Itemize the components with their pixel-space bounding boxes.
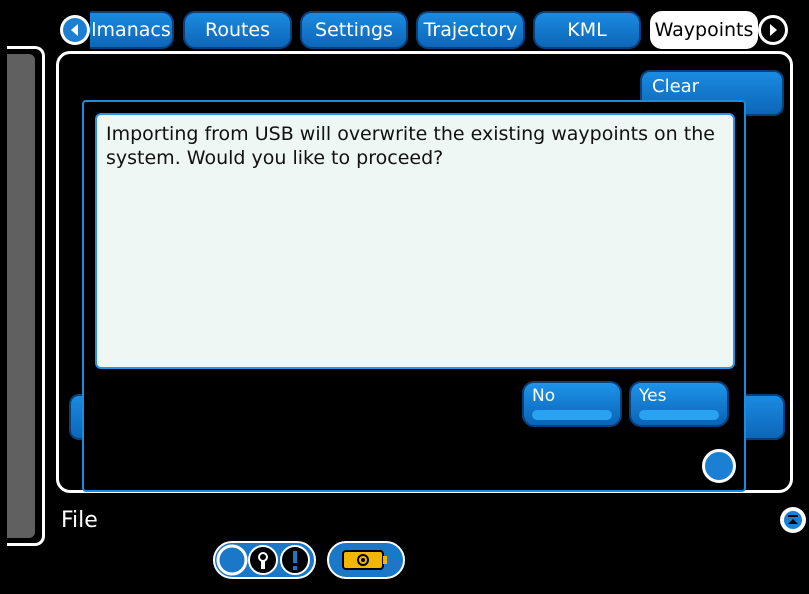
- collapse-up-icon[interactable]: [780, 507, 806, 533]
- tab-waypoints[interactable]: Waypoints: [650, 11, 758, 49]
- status-pill-icons: [216, 544, 310, 576]
- battery-icon: [342, 550, 387, 570]
- battery-pill[interactable]: [327, 541, 405, 579]
- dialog-message: Importing from USB will overwrite the ex…: [95, 113, 735, 369]
- left-arrow-icon: [63, 18, 87, 42]
- dialog-status-indicator: [702, 449, 736, 483]
- tab-trajectory[interactable]: Trajectory: [416, 11, 525, 49]
- tab-settings[interactable]: Settings: [300, 11, 408, 49]
- tab-kml[interactable]: KML: [533, 11, 641, 49]
- side-panel[interactable]: [7, 46, 45, 546]
- scroll-tabs-left-button[interactable]: [60, 15, 90, 45]
- status-pill[interactable]: [213, 541, 316, 579]
- tab-almanacs[interactable]: lmanacs: [90, 11, 174, 49]
- yes-button[interactable]: Yes: [629, 381, 729, 427]
- right-arrow-icon: [761, 18, 785, 42]
- confirm-import-dialog: Importing from USB will overwrite the ex…: [82, 100, 746, 492]
- tab-routes[interactable]: Routes: [183, 11, 292, 49]
- no-button[interactable]: No: [522, 381, 622, 427]
- scroll-tabs-right-button[interactable]: [758, 15, 788, 45]
- side-panel-handle: [7, 54, 35, 538]
- file-label: File: [61, 508, 98, 533]
